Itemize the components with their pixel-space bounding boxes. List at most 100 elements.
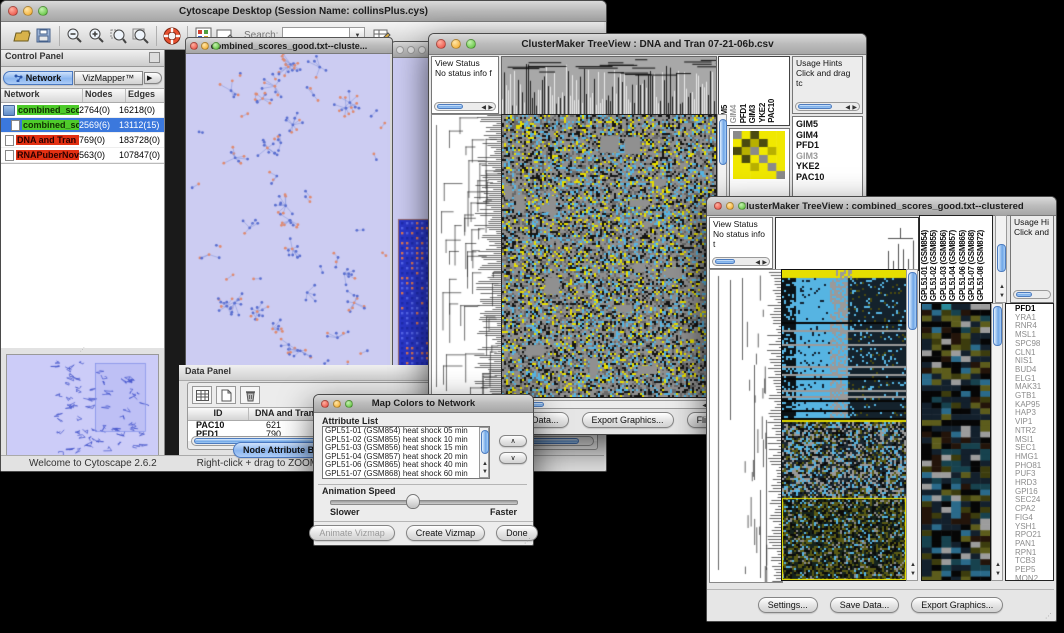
tab-network[interactable]: Network xyxy=(3,71,73,85)
tv1-column-label[interactable]: GIM4 xyxy=(730,105,738,123)
tv1-row-dendrogram[interactable] xyxy=(431,114,503,398)
attribute-list-item[interactable]: GPL51-07 (GSM868) heat shock 60 min xyxy=(323,470,489,479)
open-file-icon[interactable] xyxy=(11,25,33,47)
main-title-bar[interactable]: Cytoscape Desktop (Session Name: collins… xyxy=(1,1,606,22)
tv2-zoom-vscrollbar[interactable]: ▲▼ xyxy=(991,303,1003,581)
birdseye-overview[interactable] xyxy=(6,354,159,460)
resize-grip-icon[interactable]: ⋰ xyxy=(1045,612,1052,620)
gene-label[interactable]: MON2 xyxy=(1015,575,1053,581)
tv2-column-label[interactable]: GPL51-02 (GSM855) xyxy=(930,230,938,301)
close-button[interactable] xyxy=(714,202,722,210)
resize-grip-icon[interactable]: ⋰ xyxy=(524,537,531,545)
delete-attribute-trash-icon[interactable] xyxy=(240,386,260,404)
minimize-button[interactable] xyxy=(407,46,415,54)
tv2-column-label[interactable]: GPL51-04 (GSM857) xyxy=(949,230,957,301)
tv2-column-label[interactable]: GPL51-03 (GSM856) xyxy=(940,230,948,301)
tv2-collabel-vscrollbar[interactable]: ▲▼ xyxy=(995,215,1007,303)
status-hint-zoom: Right-click + drag to ZOOM xyxy=(197,458,318,469)
tv2-usage-hscrollbar[interactable] xyxy=(1013,290,1051,299)
zoom-out-icon[interactable] xyxy=(64,25,86,47)
attribute-list-vscrollbar[interactable]: ▲▼ xyxy=(479,427,489,478)
done-button[interactable]: Done xyxy=(496,525,538,541)
zoom-button[interactable] xyxy=(345,400,353,408)
tv2-column-label[interactable]: GPL51-08 (GSM872) xyxy=(977,230,985,301)
tv1-column-label[interactable]: PAC10 xyxy=(768,99,776,123)
tv1-row-label[interactable]: GIM4 xyxy=(796,130,859,141)
minimize-button[interactable] xyxy=(23,6,33,16)
move-attribute-up-button[interactable]: ∧ xyxy=(499,435,527,447)
minimize-button[interactable] xyxy=(726,202,734,210)
zoom-button[interactable] xyxy=(738,202,746,210)
tv2-heatmap-zoom[interactable] xyxy=(921,303,991,581)
animation-speed-slider-track[interactable] xyxy=(330,500,518,505)
tv1-column-dendrogram[interactable] xyxy=(501,56,717,115)
network-canvas-1[interactable] xyxy=(186,54,390,369)
tv2-column-labels[interactable]: GPL51-01 (GSM854)GPL51-02 (GSM855)GPL51-… xyxy=(919,215,993,303)
move-attribute-down-button[interactable]: ∨ xyxy=(499,452,527,464)
tv1-column-label[interactable]: GIM3 xyxy=(749,105,757,123)
zoom-button[interactable] xyxy=(212,42,220,50)
network-list-row[interactable]: combined_scores2764(0)16218(0) xyxy=(1,103,164,118)
tv1-column-labels[interactable]: GIM5GIM4PFD1GIM3YKE2PAC10 xyxy=(718,56,790,126)
minimize-button[interactable] xyxy=(451,39,461,49)
tv1-status-hscrollbar[interactable]: ◀▶ xyxy=(434,102,496,111)
close-button[interactable] xyxy=(8,6,18,16)
close-button[interactable] xyxy=(190,42,198,50)
zoom-in-icon[interactable] xyxy=(86,25,108,47)
tv1-row-label[interactable]: YKE2 xyxy=(796,161,859,172)
tv1-heatmap[interactable] xyxy=(501,114,717,398)
tv1-row-label[interactable]: PFD1 xyxy=(796,140,859,151)
tv2-heatmap-global[interactable] xyxy=(781,269,907,581)
network-table-header[interactable]: Network Nodes Edges xyxy=(1,88,164,103)
tv1-footer-button[interactable]: Export Graphics... xyxy=(582,412,674,428)
network-list-row[interactable]: DNA and Tran 07769(0)183728(0) xyxy=(1,133,164,148)
attribute-list[interactable]: GPL51-01 (GSM854) heat shock 05 minGPL51… xyxy=(322,426,490,479)
network-list-empty-area[interactable] xyxy=(1,164,164,348)
zoom-button[interactable] xyxy=(466,39,476,49)
tv2-footer-button[interactable]: Export Graphics... xyxy=(911,597,1003,613)
dialog-title-bar[interactable]: Map Colors to Network xyxy=(314,395,533,413)
tv1-usage-hscrollbar[interactable]: ◀▶ xyxy=(795,102,860,111)
network-name: RNAPuberNov2+ xyxy=(16,150,79,160)
tv2-column-label[interactable]: GPL51-01 (GSM854) xyxy=(921,230,929,301)
zoom-button[interactable] xyxy=(38,6,48,16)
treeview2-title-bar[interactable]: ClusterMaker TreeView : combined_scores_… xyxy=(707,197,1056,216)
close-button[interactable] xyxy=(321,400,329,408)
tv2-footer-button[interactable]: Save Data... xyxy=(830,597,900,613)
minimize-button[interactable] xyxy=(333,400,341,408)
zoom-selected-icon[interactable] xyxy=(108,25,130,47)
float-panel-icon[interactable] xyxy=(149,52,160,63)
tv2-column-label[interactable]: GPL51-07 (GSM868) xyxy=(968,230,976,301)
tv1-selected-cluster-heatmap[interactable] xyxy=(733,131,785,179)
network-list-row[interactable]: combined_sco2569(6)13112(15) xyxy=(1,118,164,133)
save-icon[interactable] xyxy=(33,25,55,47)
new-attribute-icon[interactable] xyxy=(216,386,236,404)
tv2-column-dendrogram[interactable] xyxy=(775,217,919,271)
tv2-gene-labels[interactable]: PFD1YRA1RNR4MSL1SPC98CLN1NIS1BUD4ELG1MAK… xyxy=(1005,303,1054,581)
network-list-row[interactable]: RNAPuberNov2+563(0)107847(0) xyxy=(1,148,164,163)
help-lifesaver-icon[interactable] xyxy=(161,25,183,47)
tab-vizmapper[interactable]: VizMapper™ xyxy=(74,71,144,85)
tv1-column-label[interactable]: PFD1 xyxy=(740,104,748,123)
tv2-status-hscrollbar[interactable]: ◀▶ xyxy=(712,257,770,266)
tv2-global-vscrollbar[interactable]: ▲▼ xyxy=(906,269,918,581)
minimize-button[interactable] xyxy=(201,42,209,50)
zoom-button[interactable] xyxy=(418,46,426,54)
select-attributes-icon[interactable] xyxy=(192,386,212,404)
animation-speed-slider-thumb[interactable] xyxy=(406,494,420,509)
tab-overflow-arrow-icon[interactable]: ▶ xyxy=(144,72,162,84)
tv1-row-label[interactable]: GIM5 xyxy=(796,119,859,130)
close-button[interactable] xyxy=(436,39,446,49)
tv2-row-dendrogram[interactable] xyxy=(709,269,783,583)
create-vizmap-button[interactable]: Create Vizmap xyxy=(406,525,485,541)
tv2-column-label[interactable]: GPL51-06 (GSM865) xyxy=(959,230,967,301)
tv1-row-label[interactable]: PAC10 xyxy=(796,172,859,183)
zoom-fit-icon[interactable] xyxy=(130,25,152,47)
network-window1-title-bar[interactable]: combined_scores_good.txt--cluste... xyxy=(186,38,392,54)
animate-vizmap-button[interactable]: Animate Vizmap xyxy=(309,525,394,541)
tv1-column-label[interactable]: YKE2 xyxy=(759,103,767,123)
tv1-row-label[interactable]: GIM3 xyxy=(796,151,859,162)
treeview1-title-bar[interactable]: ClusterMaker TreeView : DNA and Tran 07-… xyxy=(429,34,866,55)
close-button[interactable] xyxy=(396,46,404,54)
tv2-footer-button[interactable]: Settings... xyxy=(758,597,818,613)
